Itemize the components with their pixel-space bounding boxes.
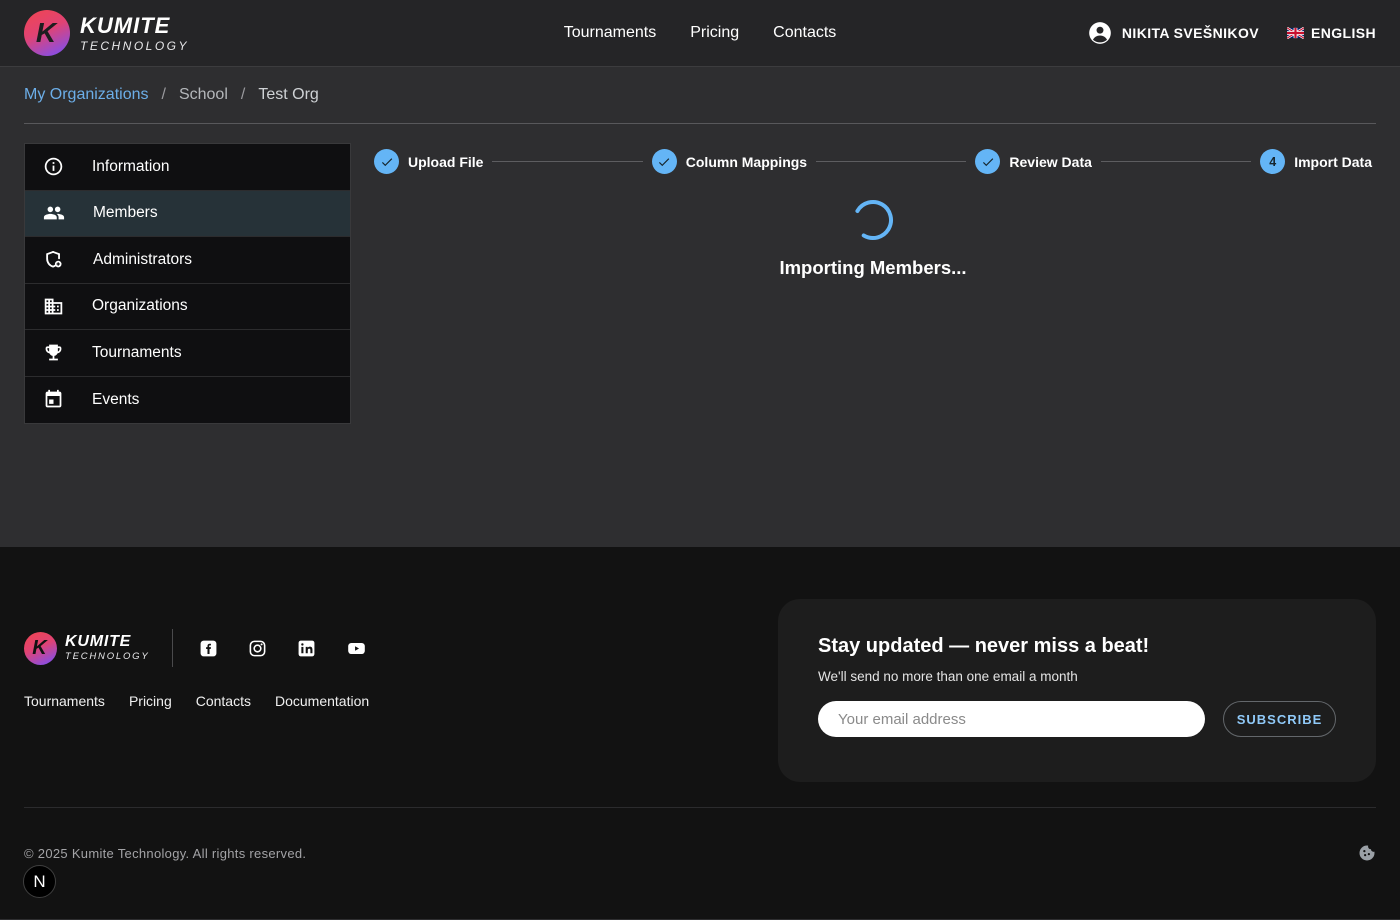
breadcrumb-current: Test Org xyxy=(258,86,318,104)
step-label: Upload File xyxy=(408,154,483,170)
account-circle-icon xyxy=(1087,20,1113,46)
linkedin-icon[interactable] xyxy=(297,639,316,658)
check-icon xyxy=(380,155,394,169)
sidebar-label: Information xyxy=(92,158,170,176)
step-completed-icon xyxy=(652,149,677,174)
sidebar-item-events[interactable]: Events xyxy=(25,377,350,424)
sidebar-item-members[interactable]: Members xyxy=(25,191,350,238)
footer-brand-tagline: TECHNOLOGY xyxy=(65,652,150,662)
building-icon xyxy=(43,296,64,317)
sidebar-label: Tournaments xyxy=(92,344,182,362)
newsletter-card: Stay updated — never miss a beat! We'll … xyxy=(778,599,1376,782)
info-icon xyxy=(43,156,64,177)
breadcrumb-school: School xyxy=(179,86,228,104)
breadcrumb-separator: / xyxy=(241,86,245,104)
step-number: 4 xyxy=(1269,155,1276,169)
step-label: Review Data xyxy=(1009,154,1091,170)
admin-shield-icon xyxy=(43,249,65,271)
step-connector xyxy=(1101,161,1251,162)
step-column-mappings: Column Mappings xyxy=(652,149,807,174)
user-menu[interactable]: NIKITA SVEŠNIKOV xyxy=(1087,20,1259,46)
nav-link-contacts[interactable]: Contacts xyxy=(773,24,836,42)
nextjs-dev-badge[interactable]: N xyxy=(23,865,56,898)
newsletter-title: Stay updated — never miss a beat! xyxy=(818,635,1336,658)
footer-link-tournaments[interactable]: Tournaments xyxy=(24,693,105,709)
trophy-icon xyxy=(43,342,64,363)
user-name: NIKITA SVEŠNIKOV xyxy=(1122,25,1259,41)
loading-spinner-icon xyxy=(851,198,895,242)
sidebar-label: Organizations xyxy=(92,297,188,315)
step-label: Column Mappings xyxy=(686,154,807,170)
calendar-icon xyxy=(43,389,64,410)
members-icon xyxy=(43,202,65,224)
org-sidebar: Information Members Administrators Organ… xyxy=(24,143,351,424)
breadcrumb-separator: / xyxy=(162,86,166,104)
sidebar-label: Members xyxy=(93,204,158,222)
logo-letter: K xyxy=(36,17,56,49)
brand-name: KUMITE xyxy=(80,15,189,37)
page-footer: K KUMITE TECHNOLOGY xyxy=(0,547,1400,919)
language-label: ENGLISH xyxy=(1311,25,1376,41)
nav-link-tournaments[interactable]: Tournaments xyxy=(564,24,657,42)
subscribe-button[interactable]: SUBSCRIBE xyxy=(1223,701,1336,737)
import-stepper: Upload File Column Mappings Review Data … xyxy=(370,143,1376,174)
email-input[interactable] xyxy=(818,701,1205,737)
kumite-logo-icon: K xyxy=(24,10,70,56)
sidebar-item-tournaments[interactable]: Tournaments xyxy=(25,330,350,377)
facebook-icon[interactable] xyxy=(199,639,218,658)
breadcrumb: My Organizations / School / Test Org xyxy=(24,67,1376,124)
sidebar-item-organizations[interactable]: Organizations xyxy=(25,284,350,331)
logo-letter: K xyxy=(32,637,46,660)
social-links xyxy=(199,639,367,658)
newsletter-subtitle: We'll send no more than one email a mont… xyxy=(818,669,1336,684)
footer-links: Tournaments Pricing Contacts Documentati… xyxy=(24,693,369,709)
footer-link-contacts[interactable]: Contacts xyxy=(196,693,251,709)
instagram-icon[interactable] xyxy=(248,639,267,658)
footer-kumite-logo-icon[interactable]: K xyxy=(24,632,57,665)
step-import-data: 4 Import Data xyxy=(1260,149,1372,174)
step-connector xyxy=(492,161,642,162)
brand-logo[interactable]: K KUMITE TECHNOLOGY xyxy=(24,10,189,56)
uk-flag-icon xyxy=(1287,27,1304,39)
check-icon xyxy=(657,155,671,169)
cookie-settings-icon[interactable] xyxy=(1358,844,1376,862)
import-wizard: Upload File Column Mappings Review Data … xyxy=(370,143,1376,547)
sidebar-item-information[interactable]: Information xyxy=(25,144,350,191)
dev-badge-letter: N xyxy=(33,872,45,892)
language-selector[interactable]: ENGLISH xyxy=(1287,25,1376,41)
step-review-data: Review Data xyxy=(975,149,1091,174)
step-completed-icon xyxy=(975,149,1000,174)
nav-link-pricing[interactable]: Pricing xyxy=(690,24,739,42)
top-navbar: K KUMITE TECHNOLOGY Tournaments Pricing … xyxy=(0,0,1400,67)
youtube-icon[interactable] xyxy=(346,639,367,658)
main-nav: Tournaments Pricing Contacts xyxy=(564,24,837,42)
check-icon xyxy=(981,155,995,169)
step-connector xyxy=(816,161,966,162)
brand-tagline: TECHNOLOGY xyxy=(80,40,189,52)
breadcrumb-my-organizations[interactable]: My Organizations xyxy=(24,86,149,104)
step-upload-file: Upload File xyxy=(374,149,483,174)
vertical-divider xyxy=(172,629,173,667)
step-number-badge: 4 xyxy=(1260,149,1285,174)
sidebar-label: Events xyxy=(92,391,139,409)
copyright-text: © 2025 Kumite Technology. All rights res… xyxy=(24,846,306,861)
import-progress: Importing Members... xyxy=(370,198,1376,279)
footer-link-pricing[interactable]: Pricing xyxy=(129,693,172,709)
footer-link-documentation[interactable]: Documentation xyxy=(275,693,369,709)
loading-message: Importing Members... xyxy=(779,257,966,279)
sidebar-label: Administrators xyxy=(93,251,192,269)
step-completed-icon xyxy=(374,149,399,174)
sidebar-item-administrators[interactable]: Administrators xyxy=(25,237,350,284)
footer-brand-name: KUMITE xyxy=(65,634,150,650)
step-label: Import Data xyxy=(1294,154,1372,170)
